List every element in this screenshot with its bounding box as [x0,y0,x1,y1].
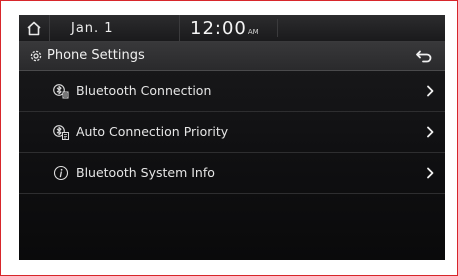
status-bar: Jan. 1 12:00 AM [19,15,445,42]
menu-item-label: Bluetooth Connection [76,83,212,98]
title-bar: Phone Settings [19,42,445,71]
menu-item-label: Auto Connection Priority [76,124,229,139]
chevron-right-icon [427,167,434,179]
status-ampm: AM [247,27,259,36]
settings-menu: Bluetooth Connection Auto Connection Pri… [19,71,445,194]
status-date: Jan. 1 [71,21,114,36]
bluetooth-connection-icon [53,84,69,99]
back-arrow-icon [416,50,432,63]
back-button[interactable] [403,42,445,70]
bluetooth-priority-icon [53,125,69,140]
home-button[interactable] [19,15,50,41]
menu-item-label: Bluetooth System Info [76,165,215,180]
infotainment-screen: Jan. 1 12:00 AM Phone Settings Bluetooth… [19,15,445,260]
menu-item-bluetooth-connection[interactable]: Bluetooth Connection [19,71,445,112]
home-icon [27,21,41,35]
menu-item-auto-connection-priority[interactable]: Auto Connection Priority [19,112,445,153]
chevron-right-icon [427,85,434,97]
status-clock: 12:00 AM [179,15,259,41]
chevron-right-icon [427,126,434,138]
page-title: Phone Settings [47,48,145,63]
status-time: 12:00 [190,17,247,39]
status-divider [277,19,278,37]
gear-icon [30,50,42,62]
menu-item-bluetooth-system-info[interactable]: Bluetooth System Info [19,153,445,194]
info-icon [53,165,69,181]
